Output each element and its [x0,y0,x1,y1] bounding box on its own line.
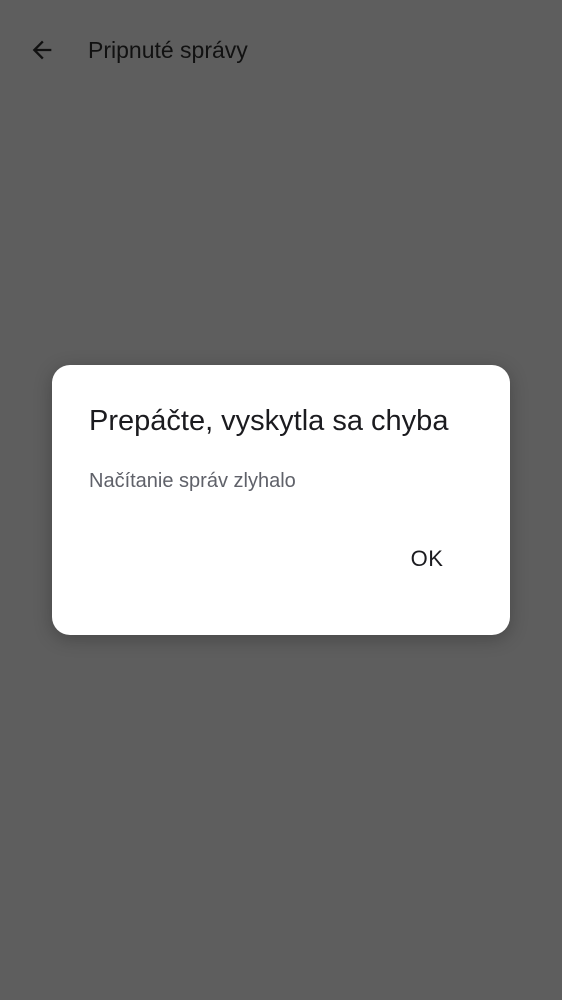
error-dialog: Prepáčte, vyskytla sa chyba Načítanie sp… [52,365,510,635]
ok-button[interactable]: OK [392,535,462,583]
pinned-messages-screen: Pripnuté správy Prepáčte, vyskytla sa ch… [0,0,562,1000]
dialog-message: Načítanie správ zlyhalo [89,470,296,492]
dialog-title: Prepáčte, vyskytla sa chyba [89,405,449,437]
